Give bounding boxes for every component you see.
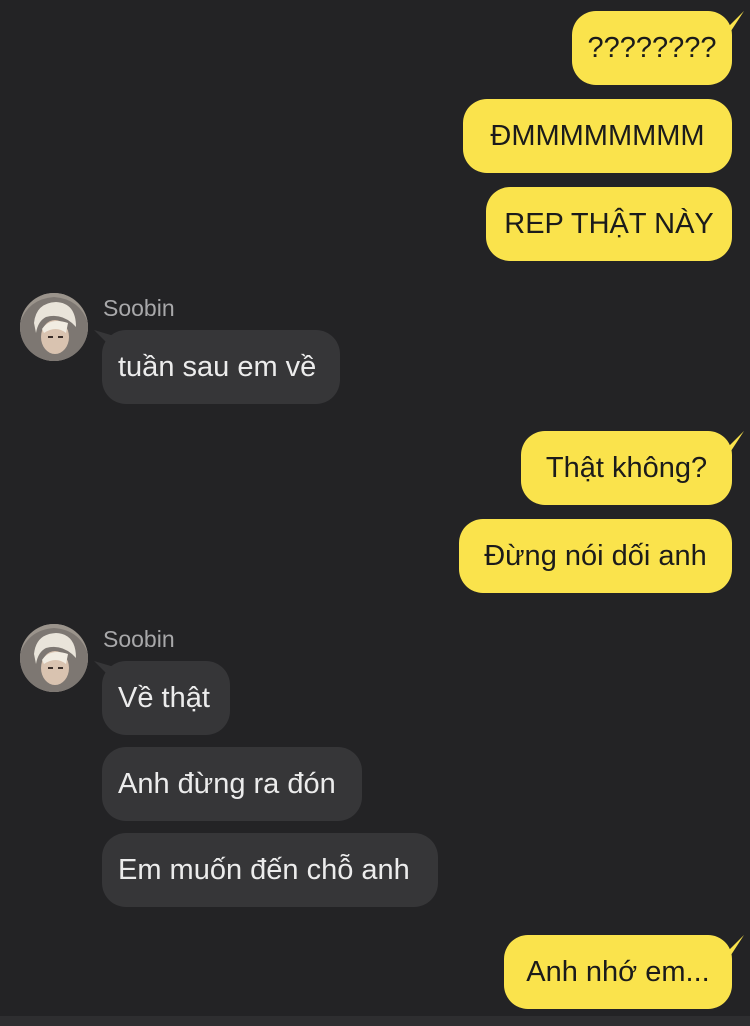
message-bubble-incoming[interactable]: tuần sau em về — [102, 330, 340, 404]
message-text: Anh nhớ em... — [526, 955, 710, 988]
message-text: ???????? — [587, 31, 717, 64]
message-text: tuần sau em về — [118, 350, 317, 383]
message-text: Về thật — [118, 681, 210, 714]
message-bubble-outgoing[interactable]: Anh nhớ em... — [504, 935, 732, 1009]
message-text: Đừng nói dối anh — [484, 539, 707, 572]
message-bubble-incoming[interactable]: Anh đừng ra đón — [102, 747, 362, 821]
message-text: Thật không? — [545, 451, 708, 484]
message-text: Em muốn đến chỗ anh — [118, 853, 410, 886]
message-text: Anh đừng ra đón — [118, 767, 336, 800]
message-bubble-incoming[interactable]: Em muốn đến chỗ anh — [102, 833, 438, 907]
avatar-soobin-icon — [20, 624, 88, 692]
input-bar-edge — [0, 1016, 750, 1026]
message-bubble-outgoing[interactable]: ĐMMMMMMMM — [463, 99, 732, 173]
message-bubble-outgoing[interactable]: REP THẬT NÀY — [486, 187, 732, 261]
message-text: REP THẬT NÀY — [504, 207, 714, 240]
sender-name: Soobin — [103, 295, 175, 321]
avatar[interactable] — [20, 624, 88, 692]
message-bubble-incoming[interactable]: Về thật — [102, 661, 230, 735]
message-bubble-outgoing[interactable]: Thật không? — [521, 431, 732, 505]
message-bubble-outgoing[interactable]: Đừng nói dối anh — [459, 519, 732, 593]
avatar-soobin-icon — [20, 293, 88, 361]
avatar[interactable] — [20, 293, 88, 361]
sender-name: Soobin — [103, 626, 175, 652]
message-bubble-outgoing[interactable]: ???????? — [572, 11, 732, 85]
message-text: ĐMMMMMMMM — [490, 119, 705, 152]
